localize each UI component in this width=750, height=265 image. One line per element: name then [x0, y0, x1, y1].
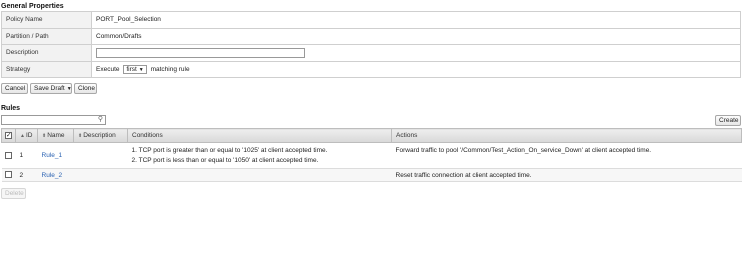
strategy-select[interactable]: first ▼: [123, 64, 147, 74]
policy-name-row: Policy Name PORT_Pool_Selection: [1, 11, 741, 29]
chevron-down-icon: ▼: [66, 86, 72, 92]
rules-title: Rules: [1, 105, 21, 112]
sort-icon: ⬍: [42, 133, 47, 139]
strategy-selected-value: first: [126, 65, 137, 73]
rule-description: [73, 168, 128, 182]
col-name-header[interactable]: ⬍Name: [37, 128, 74, 143]
rules-table: ▲ID ⬍Name ⬍Description Conditions Action…: [1, 128, 742, 182]
strategy-row: Strategy Execute first ▼ matching rule: [1, 60, 741, 78]
chevron-down-icon: ▼: [138, 66, 144, 73]
clone-button[interactable]: Clone: [74, 83, 97, 94]
policy-name-label: Policy Name: [1, 11, 92, 29]
rule-name-link[interactable]: Rule_1: [42, 152, 63, 159]
rule-conditions-empty: [127, 168, 392, 182]
col-description-header[interactable]: ⬍Description: [73, 128, 128, 143]
sort-up-icon: ▲: [20, 133, 25, 139]
col-id-header[interactable]: ▲ID: [15, 128, 38, 143]
strategy-prefix: Execute: [96, 65, 120, 73]
rule-name-link[interactable]: Rule_2: [42, 172, 63, 179]
rule-condition: 2. TCP port is less than or equal to '10…: [131, 156, 319, 164]
policy-name-value: PORT_Pool_Selection: [91, 11, 741, 29]
rules-header-row: ▲ID ⬍Name ⬍Description Conditions Action…: [1, 128, 742, 143]
rules-search-input[interactable]: ⚲: [1, 115, 106, 125]
row-checkbox[interactable]: [4, 151, 12, 159]
rule-id: 1: [15, 142, 38, 169]
delete-button[interactable]: Delete: [1, 188, 26, 199]
col-conditions-header: Conditions: [127, 128, 392, 143]
strategy-label: Strategy: [1, 60, 92, 78]
partition-value: Common/Drafts: [91, 27, 741, 45]
description-input[interactable]: [96, 47, 305, 58]
table-row: 2 Rule_2 Reset traffic connection at cli…: [1, 168, 742, 182]
create-button[interactable]: Create: [715, 115, 741, 126]
rule-condition: 1. TCP port is greater than or equal to …: [131, 146, 328, 154]
row-checkbox[interactable]: [4, 171, 12, 179]
strategy-suffix: matching rule: [150, 65, 190, 73]
sort-icon: ⬍: [78, 133, 83, 139]
select-all-checkbox[interactable]: [5, 131, 12, 139]
rule-description: [73, 142, 128, 169]
search-icon[interactable]: ⚲: [98, 116, 103, 124]
col-actions-header: Actions: [391, 128, 742, 143]
general-properties-table: Policy Name PORT_Pool_Selection Partitio…: [1, 11, 741, 78]
table-row: 1 Rule_1 1. TCP port is greater than or …: [1, 142, 742, 169]
description-label: Description: [1, 44, 92, 62]
partition-label: Partition / Path: [1, 27, 92, 45]
general-properties-title: General Properties: [1, 3, 64, 10]
rule-id: 2: [15, 168, 38, 182]
save-draft-label: Save Draft: [34, 85, 65, 92]
cancel-button[interactable]: Cancel: [1, 83, 28, 94]
rule-action: Reset traffic connection at client accep…: [391, 168, 742, 182]
rule-action: Forward traffic to pool '/Common/Test_Ac…: [391, 142, 742, 169]
save-draft-button[interactable]: Save Draft ▼: [30, 83, 72, 94]
partition-row: Partition / Path Common/Drafts: [1, 27, 741, 45]
description-row: Description: [1, 44, 741, 62]
